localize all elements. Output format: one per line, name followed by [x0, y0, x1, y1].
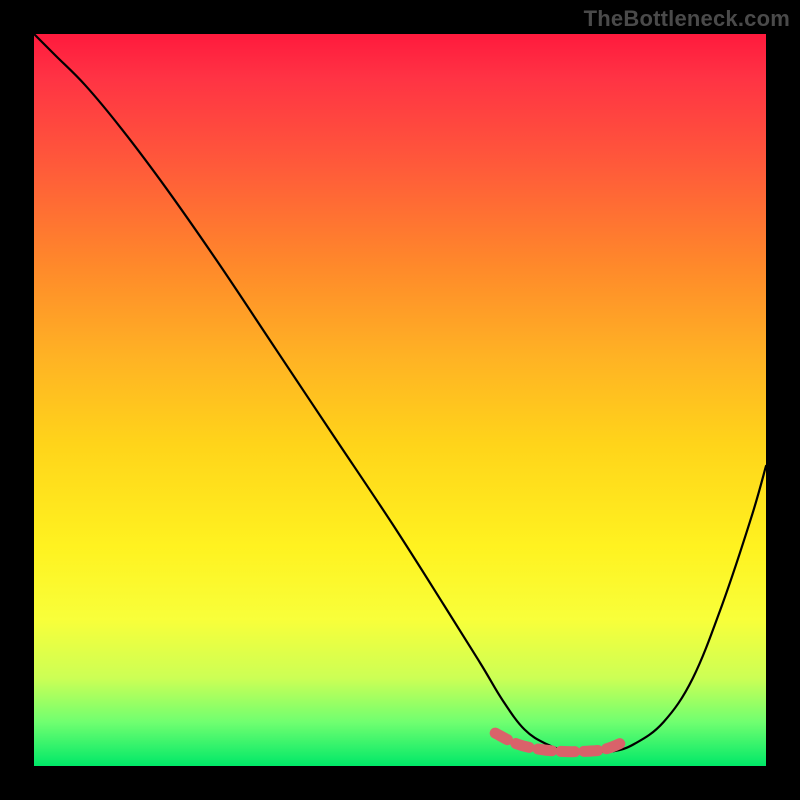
chart-svg	[34, 34, 766, 766]
plot-area	[34, 34, 766, 766]
bottleneck-curve	[34, 34, 766, 752]
optimal-range	[495, 733, 627, 752]
chart-container: TheBottleneck.com	[0, 0, 800, 800]
watermark-text: TheBottleneck.com	[584, 6, 790, 32]
